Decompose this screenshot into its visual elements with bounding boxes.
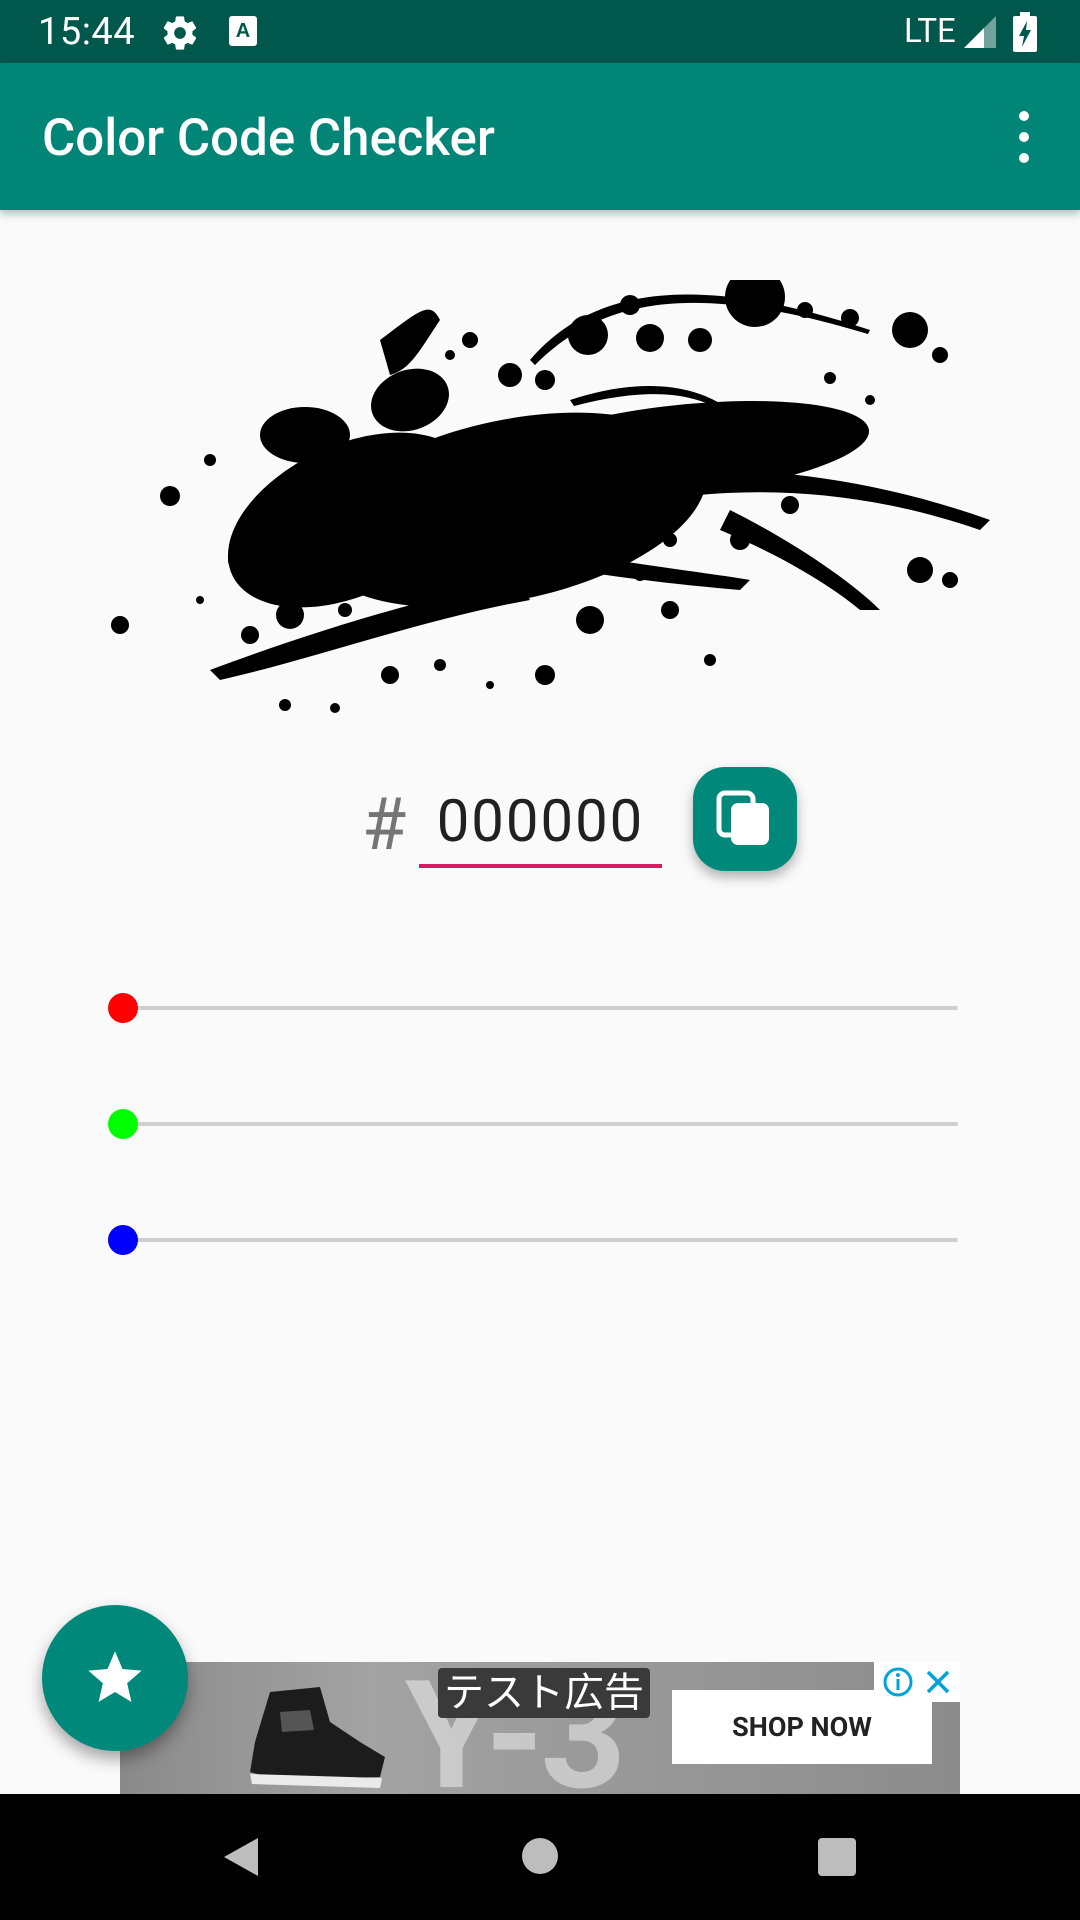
gear-icon <box>163 16 197 50</box>
status-bar: 15:44 A LTE <box>0 0 1080 63</box>
ad-banner[interactable]: Y-3 テスト広告 SHOP NOW <box>120 1662 960 1794</box>
green-slider-thumb[interactable] <box>108 1109 138 1139</box>
red-slider-thumb[interactable] <box>108 993 138 1023</box>
ad-shoe-image <box>250 1687 385 1788</box>
blue-slider-thumb[interactable] <box>108 1225 138 1255</box>
hash-prefix: # <box>362 782 407 867</box>
red-slider-track[interactable] <box>122 1006 958 1010</box>
hex-code-value[interactable]: 000000 <box>419 782 662 862</box>
star-icon <box>88 1651 142 1702</box>
battery-charging-icon <box>1013 12 1037 52</box>
signal-icon <box>964 16 996 48</box>
info-icon[interactable] <box>882 1666 914 1698</box>
copy-icon <box>716 790 769 845</box>
recents-icon[interactable] <box>818 1838 856 1876</box>
navigation-bar <box>0 1794 1080 1920</box>
back-icon[interactable] <box>218 1834 264 1880</box>
close-icon[interactable] <box>922 1666 954 1698</box>
color-preview-splash <box>111 280 990 713</box>
hex-code-input[interactable]: 000000 <box>419 782 662 868</box>
more-vert-icon[interactable] <box>1000 103 1048 171</box>
ad-test-label: テスト広告 <box>438 1668 650 1718</box>
svg-text:A: A <box>236 20 250 42</box>
a-keyboard-icon: A <box>229 16 257 46</box>
blue-slider-track[interactable] <box>122 1238 958 1242</box>
red-slider[interactable] <box>108 988 958 1028</box>
app-bar: Color Code Checker <box>0 63 1080 210</box>
hex-input-underline <box>419 864 662 868</box>
network-type: LTE <box>904 12 956 51</box>
ad-choices[interactable] <box>874 1662 960 1702</box>
app-title: Color Code Checker <box>42 109 495 168</box>
status-time: 15:44 <box>38 10 136 54</box>
favorite-fab[interactable] <box>42 1605 188 1751</box>
home-icon[interactable] <box>522 1838 558 1874</box>
copy-button[interactable] <box>693 767 797 871</box>
green-slider-track[interactable] <box>122 1122 958 1126</box>
green-slider[interactable] <box>108 1104 958 1144</box>
blue-slider[interactable] <box>108 1220 958 1260</box>
